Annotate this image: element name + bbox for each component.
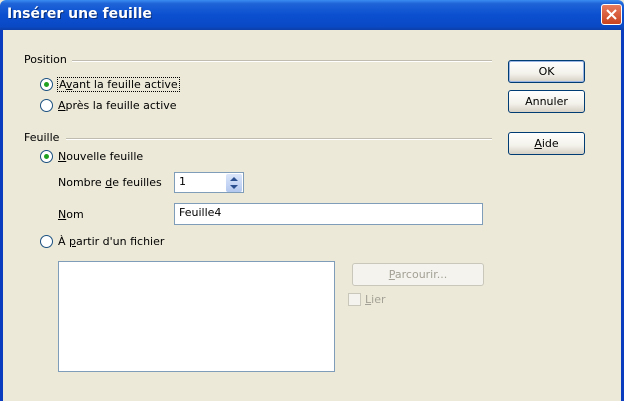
radio-from-file-label: À partir d'un fichier (58, 235, 165, 248)
sheet-count-value: 1 (179, 175, 186, 188)
updown-arrows-icon (230, 177, 238, 189)
radio-from-file[interactable]: À partir d'un fichier (40, 235, 164, 248)
sheet-group-label: Feuille (24, 131, 60, 144)
radio-button-checked[interactable] (40, 78, 53, 91)
cancel-button[interactable]: Annuler (508, 90, 585, 113)
sheet-name-label: Nom (58, 208, 84, 221)
spin-button[interactable] (226, 174, 242, 192)
link-checkbox[interactable] (348, 293, 361, 306)
ok-button[interactable]: OK (508, 60, 585, 83)
position-divider (72, 60, 492, 62)
radio-new-sheet-label: Nouvelle feuille (58, 150, 144, 163)
dialog-title: Insérer une feuille (7, 6, 152, 22)
radio-button[interactable] (40, 235, 53, 248)
sheet-divider (66, 138, 492, 140)
close-button[interactable] (601, 4, 622, 25)
browse-button[interactable]: Parcourir... (352, 263, 484, 286)
radio-button[interactable] (40, 99, 53, 112)
radio-after-label: Après la feuille active (58, 99, 177, 112)
radio-button-checked[interactable] (40, 150, 53, 163)
title-bar[interactable]: Insérer une feuille (0, 0, 624, 30)
position-group-label: Position (24, 53, 67, 66)
radio-before-active-sheet[interactable]: Avant la feuille active (40, 77, 180, 92)
radio-new-sheet[interactable]: Nouvelle feuille (40, 150, 143, 163)
file-sheets-list[interactable] (58, 261, 335, 372)
radio-before-label: Avant la feuille active (57, 77, 180, 92)
sheet-count-label: Nombre de feuilles (58, 176, 162, 189)
help-button[interactable]: Aide (508, 132, 585, 155)
radio-after-active-sheet[interactable]: Après la feuille active (40, 99, 177, 112)
link-checkbox-label: Lier (365, 293, 386, 306)
insert-sheet-dialog: Insérer une feuille Position Avant la fe… (0, 0, 624, 401)
sheet-count-stepper[interactable]: 1 (174, 172, 244, 193)
close-icon (606, 9, 617, 20)
link-checkbox-row[interactable]: Lier (348, 293, 386, 306)
sheet-name-input[interactable]: Feuille4 (174, 203, 483, 225)
